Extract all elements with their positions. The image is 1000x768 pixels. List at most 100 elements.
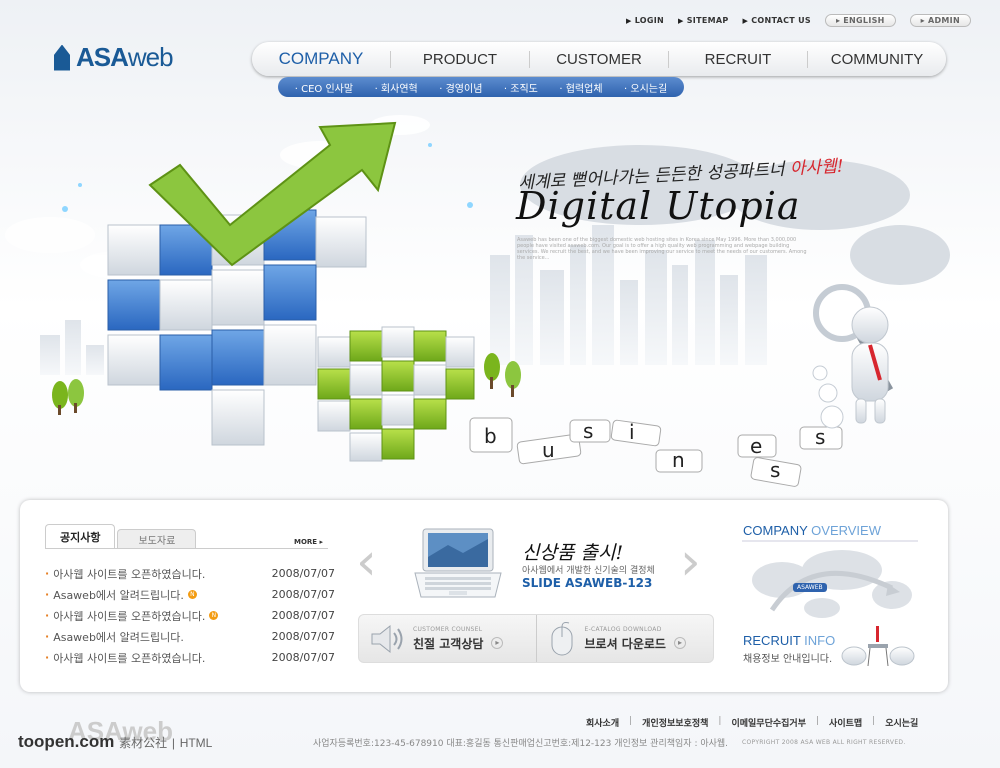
subnav-organization[interactable]: 조직도 [504, 80, 538, 95]
footer-link-about[interactable]: 회사소개 [586, 716, 619, 729]
chevron-left-icon[interactable]: ‹ [356, 532, 377, 592]
tile-letter: b [484, 424, 497, 448]
notice-title-text: Asaweb에서 알려드립니다. [53, 588, 184, 602]
subnav-directions[interactable]: 오시는길 [624, 80, 667, 95]
footer-link-directions[interactable]: 오시는길 [885, 716, 918, 729]
service-buttons: CUSTOMER COUNSEL 친절 고객상담 E-CATALOG DOWNL… [358, 614, 714, 663]
sitemap-label: SITEMAP [686, 16, 729, 25]
login-link[interactable]: ▶ LOGIN [626, 16, 664, 25]
english-button[interactable]: ▸ ENGLISH [824, 14, 896, 27]
footer-copyright: COPYRIGHT 2008 ASA WEB ALL RIGHT RESERVE… [742, 739, 906, 746]
counsel-title: 친절 고객상담 [413, 635, 503, 652]
list-item[interactable]: 아사웹 사이트를 오픈하였습니다. 2008/07/07 [45, 563, 335, 584]
nav-company[interactable]: COMPANY [252, 49, 390, 69]
arrow-right-icon: ▸ [319, 538, 324, 546]
green-cube-stack-graphic [317, 326, 475, 462]
subnav-partners[interactable]: 협력업체 [559, 80, 603, 95]
footer-link-sitemap[interactable]: 사이트맵 [829, 716, 862, 729]
more-link[interactable]: MORE ▸ [294, 538, 323, 546]
top-utility-links: ▶ LOGIN ▶ SITEMAP ▶ CONTACT US ▸ ENGLISH ▸ AD… [626, 14, 971, 27]
world-map-icon [742, 540, 918, 618]
admin-label: ADMIN [927, 16, 960, 25]
notice-title-text: 아사웹 사이트를 오픈하였습니다. [53, 651, 206, 665]
new-badge-icon: N [209, 611, 219, 620]
footer-link-privacy[interactable]: 개인정보보호정책 [642, 716, 708, 729]
footer-address-text: 사업자등록번호:123-45-678910 대표:홍길동 통신판매업신고번호:제… [313, 739, 729, 749]
tile-letter: s [583, 419, 593, 443]
divider: | [718, 716, 722, 726]
list-item[interactable]: 아사웹 사이트를 오픈하였습니다. 2008/07/07 [45, 647, 335, 668]
customer-counsel-button[interactable]: CUSTOMER COUNSEL 친절 고객상담 [359, 615, 536, 662]
mouse-icon [551, 621, 572, 655]
speaker-icon [371, 624, 403, 653]
footer-links: 회사소개 | 개인정보보호정책 | 이메일무단수집거부 | 사이트맵 | 오시는길 [586, 716, 918, 729]
tile-letter: u [542, 438, 555, 462]
company-overview-title[interactable]: COMPANY OVERVIEW [743, 523, 881, 538]
recruit-title-b: INFO [804, 633, 836, 648]
tile-letter: n [672, 448, 685, 472]
divider: | [629, 716, 633, 726]
subnav-philosophy[interactable]: 경영이념 [439, 80, 483, 95]
overview-title-b: OVERVIEW [811, 523, 881, 538]
site-logo[interactable]: ASAweb [54, 42, 174, 73]
contact-us-link[interactable]: ▶ CONTACT US [743, 16, 811, 25]
list-item[interactable]: Asaweb에서 알려드립니다. 2008/07/07 [45, 626, 335, 647]
sitemap-link[interactable]: ▶ SITEMAP [678, 16, 728, 25]
meeting-figures-icon [841, 626, 915, 667]
notice-date: 2008/07/07 [271, 630, 335, 643]
recruit-info-subtitle: 채용정보 안내입니다. [743, 654, 833, 665]
tab-press[interactable]: 보도자료 [117, 529, 197, 549]
divider: | [816, 716, 820, 726]
login-label: LOGIN [634, 16, 665, 25]
tile-letter: i [629, 420, 635, 444]
contact-label: CONTACT US [751, 16, 811, 25]
hero-body-text: Asaweb has been one of the biggest domes… [517, 237, 807, 261]
nav-community[interactable]: COMMUNITY [807, 50, 946, 68]
nav-recruit[interactable]: RECRUIT [668, 50, 807, 68]
counsel-text: CUSTOMER COUNSEL 친절 고객상담 [413, 626, 503, 652]
subnav-history[interactable]: 회사연혁 [375, 80, 418, 95]
laptop-icon [414, 528, 502, 598]
arrow-right-icon: ▶ [678, 16, 684, 25]
logo-light: web [127, 42, 174, 72]
notice-title-text: 아사웹 사이트를 오픈하였습니다. [53, 609, 206, 623]
recruit-info-title[interactable]: RECRUIT INFO [743, 633, 835, 648]
tile-letter: s [770, 458, 780, 482]
figure-with-magnifier-graphic [812, 284, 894, 429]
new-badge-icon: N [187, 590, 197, 599]
hero-headline: Digital Utopia [516, 184, 801, 228]
notice-title: 아사웹 사이트를 오픈하였습니다. [45, 566, 205, 582]
admin-button[interactable]: ▸ ADMIN [909, 14, 971, 27]
nav-product[interactable]: PRODUCT [390, 50, 529, 68]
catalog-label: E-CATALOG DOWNLOAD [584, 625, 662, 633]
sub-nav: CEO 인사말 회사연혁 경영이념 조직도 협력업체 오시는길 [278, 77, 684, 97]
tab-notice[interactable]: 공지사항 [45, 524, 116, 549]
catalog-download-button[interactable]: E-CATALOG DOWNLOAD 브로셔 다운로드 [535, 615, 714, 662]
notice-tabs: 공지사항 보도자료 [45, 524, 197, 549]
nav-customer[interactable]: CUSTOMER [529, 50, 668, 68]
overview-title-a: COMPANY [743, 523, 808, 538]
subnav-ceo[interactable]: CEO 인사말 [295, 80, 353, 95]
list-item[interactable]: Asaweb에서 알려드립니다.N 2008/07/07 [45, 584, 335, 605]
divider: | [171, 736, 175, 750]
tile-letter: s [815, 425, 825, 449]
hero-illustration: b u s i n e s s [5, 115, 950, 487]
footer-link-email-policy[interactable]: 이메일무단수집거부 [731, 716, 806, 729]
tile-letter: e [750, 434, 762, 458]
footer-address: 사업자등록번호:123-45-678910 대표:홍길동 통신판매업신고번호:제… [313, 736, 906, 749]
notice-date: 2008/07/07 [271, 567, 335, 580]
catalog-title: 브로셔 다운로드 [585, 635, 686, 652]
arrow-right-icon: ▶ [626, 16, 632, 25]
notice-date: 2008/07/07 [271, 651, 335, 664]
chevron-right-icon[interactable]: › [680, 532, 701, 592]
catalog-text: E-CATALOG DOWNLOAD 브로셔 다운로드 [585, 626, 686, 652]
letter-tiles-graphic: b u s i n e s s [469, 417, 843, 487]
list-item[interactable]: 아사웹 사이트를 오픈하였습니다.N 2008/07/07 [45, 605, 335, 626]
new-product-subtitle: 아사웹에서 개발한 신기술의 결정체 [522, 566, 655, 576]
arrow-right-icon: ▸ [835, 16, 841, 25]
tab-divider [45, 548, 328, 549]
new-product-name[interactable]: SLIDE ASAWEB-123 [522, 576, 652, 590]
notice-title-text: 아사웹 사이트를 오픈하였습니다. [53, 567, 206, 581]
watermark-cn: 素材公社 [119, 736, 168, 750]
notice-title: Asaweb에서 알려드립니다.N [45, 587, 197, 603]
